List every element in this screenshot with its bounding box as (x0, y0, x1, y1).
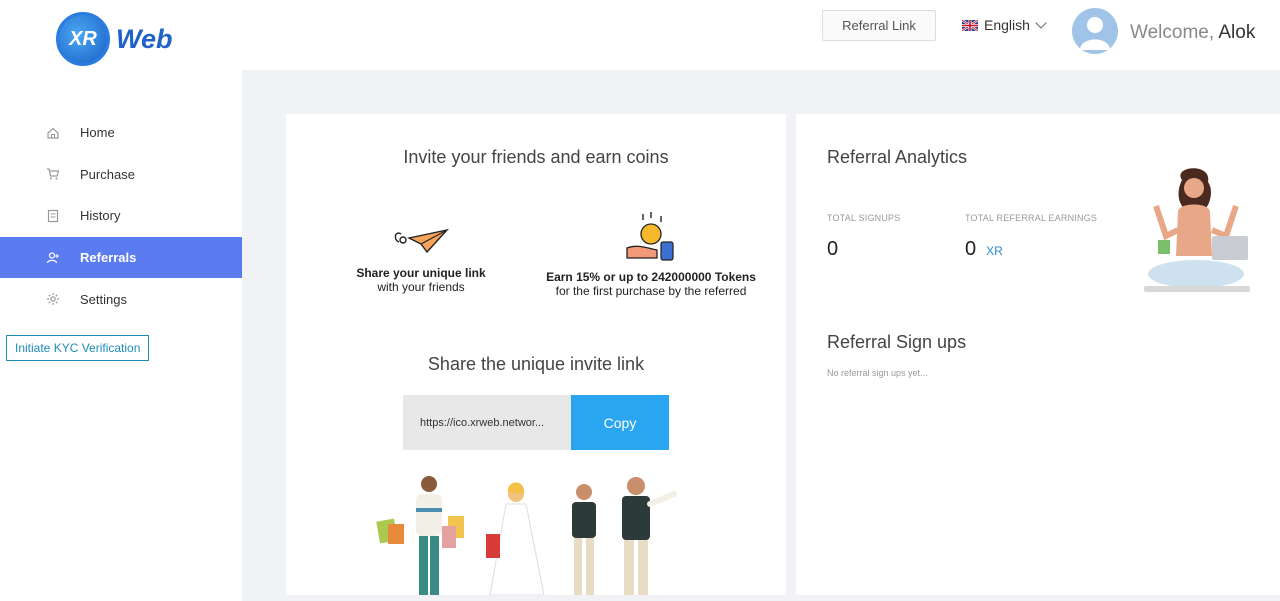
welcome-text: Welcome, Alok (1130, 22, 1255, 44)
welcome-prefix: Welcome, (1130, 22, 1215, 43)
sidebar-item-referrals[interactable]: Referrals (0, 236, 242, 279)
total-signups-label: TOTAL SIGNUPS (827, 213, 901, 223)
sidebar-item-label: Referrals (80, 250, 137, 266)
feature-earn-tokens: Earn 15% or up to 242000000 Tokens for t… (536, 212, 766, 298)
chevron-down-icon (1035, 17, 1047, 29)
history-icon (46, 209, 60, 223)
meditating-girl-illustration (1144, 168, 1250, 292)
home-icon (46, 126, 60, 140)
referral-signups-title: Referral Sign ups (827, 332, 967, 352)
share-link-title: Share the unique invite link (427, 354, 645, 374)
logo-mark: XR (56, 12, 110, 66)
sidebar-item-label: History (80, 208, 121, 224)
invite-card: Invite your friends and earn coins Share… (286, 114, 786, 595)
earnings-unit: XR (986, 244, 1003, 258)
sidebar-item-home[interactable]: Home (0, 112, 242, 154)
sidebar-item-purchase[interactable]: Purchase (0, 154, 242, 196)
sidebar-item-history[interactable]: History (0, 195, 242, 237)
feature2-title: Earn 15% or up to 242000000 Tokens (546, 270, 756, 284)
logo-word: Web (116, 23, 173, 54)
sidebar-item-label: Purchase (80, 166, 135, 182)
language-selector[interactable]: English (962, 17, 1047, 33)
total-earnings-value: 0 (965, 238, 977, 260)
feature-share-link: Share your unique link with your friends (346, 220, 496, 294)
sidebar-item-label: Settings (80, 291, 127, 307)
sidebar-item-settings[interactable]: Settings (0, 278, 242, 320)
feature1-subtitle: with your friends (377, 280, 465, 294)
paper-plane-icon (394, 228, 449, 254)
total-signups-value: 0 (827, 238, 839, 260)
avatar[interactable] (1072, 8, 1118, 54)
total-earnings-label: TOTAL REFERRAL EARNINGS (965, 213, 1098, 223)
shopping-people-illustration (376, 476, 677, 595)
invite-title: Invite your friends and earn coins (403, 147, 669, 167)
sidebar-item-label: Home (80, 125, 115, 141)
cart-icon (46, 167, 60, 181)
invite-link-field[interactable]: https://ico.xrweb.networ... (403, 395, 571, 450)
coin-hand-icon (626, 212, 674, 261)
logo[interactable]: XR Web (56, 12, 173, 66)
referral-link-button[interactable]: Referral Link (822, 10, 936, 41)
referrals-icon (46, 251, 60, 265)
total-earnings: 0 XR (965, 238, 1003, 261)
analytics-title: Referral Analytics (827, 147, 968, 167)
copy-button[interactable]: Copy (571, 395, 669, 450)
kyc-verification-button[interactable]: Initiate KYC Verification (6, 335, 150, 361)
uk-flag-icon (962, 19, 978, 31)
language-label: English (984, 17, 1030, 33)
feature2-subtitle: for the first purchase by the referred (555, 284, 747, 298)
user-name: Alok (1218, 22, 1256, 43)
user-avatar-icon (1080, 17, 1110, 50)
analytics-card: Referral Analytics TOTAL SIGNUPS 0 TOTAL… (796, 114, 1280, 595)
sidebar: XR Web Home Purchase History Referrals S… (0, 0, 242, 601)
gear-icon (46, 292, 60, 306)
sidebar-nav: Home Purchase History Referrals Settings (0, 112, 242, 320)
feature1-title: Share your unique link (356, 266, 486, 280)
referral-signups-empty: No referral sign ups yet... (827, 368, 928, 378)
top-header: Referral Link English Welcome, Alok (242, 0, 1280, 70)
